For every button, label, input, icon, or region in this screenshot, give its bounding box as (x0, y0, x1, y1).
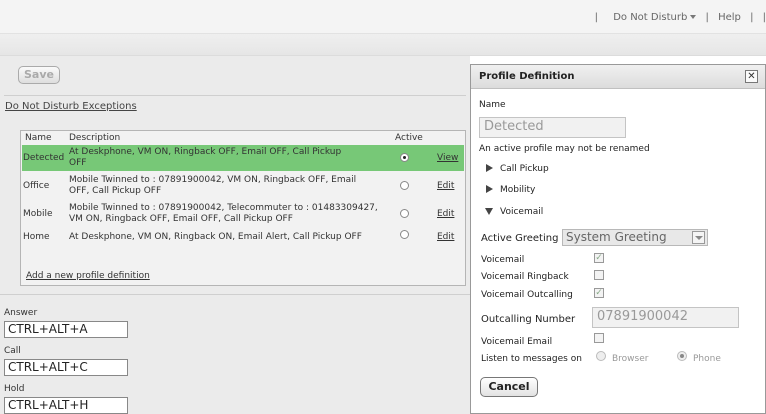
name-label: Name (479, 100, 506, 110)
active-radio[interactable] (400, 209, 409, 218)
call-shortcut-input[interactable]: CTRL+ALT+C (4, 359, 128, 376)
active-radio[interactable] (400, 230, 409, 239)
profile-description: At Deskphone, VM ON, Ringback OFF, Email… (69, 147, 341, 169)
listen-label: Listen to messages on (481, 354, 582, 364)
voicemail-outcalling-label: Voicemail Outcalling (481, 290, 573, 300)
do-not-disturb-menu[interactable]: Do Not Disturb (607, 12, 697, 23)
divider (4, 95, 466, 96)
voicemail-ringback-checkbox[interactable] (594, 270, 604, 280)
nav-separator: | (750, 12, 754, 23)
header-active: Active (395, 133, 423, 143)
table-row[interactable]: Mobile Mobile Twinned to : 07891900042, … (22, 201, 464, 227)
profile-description: Mobile Twinned to : 07891900042, VM ON, … (69, 175, 356, 197)
dropdown-arrow-icon (692, 231, 705, 244)
profiles-table: Name Description Active Detected At Desk… (20, 130, 466, 286)
profile-description: Mobile Twinned to : 07891900042, Telecom… (69, 203, 378, 225)
voicemail-email-checkbox[interactable] (594, 333, 604, 343)
active-radio[interactable] (400, 181, 409, 190)
edit-link[interactable]: Edit (437, 209, 454, 219)
do-not-disturb-label: Do Not Disturb (613, 12, 688, 23)
profile-name: Mobile (23, 209, 53, 219)
view-link[interactable]: View (437, 153, 458, 163)
active-greeting-value: System Greeting (566, 230, 667, 244)
close-icon[interactable]: ✕ (745, 70, 758, 83)
save-button[interactable]: Save (18, 66, 60, 84)
mobility-label: Mobility (500, 185, 536, 195)
table-row[interactable]: Office Mobile Twinned to : 07891900042, … (22, 173, 464, 199)
header-description: Description (69, 133, 121, 143)
voicemail-label: Voicemail (481, 255, 525, 265)
nav-separator: | (594, 12, 599, 23)
cancel-button[interactable]: Cancel (480, 377, 538, 397)
description-line: VM ON, Ringback OFF, Email OFF, Call Pic… (69, 214, 293, 224)
active-greeting-label: Active Greeting (481, 233, 559, 244)
description-line: Mobile Twinned to : 07891900042, VM ON, … (69, 175, 357, 185)
chevron-down-icon (690, 15, 697, 19)
browser-label: Browser (612, 354, 649, 364)
hold-label: Hold (4, 384, 25, 394)
expand-right-icon (486, 164, 493, 172)
table-row[interactable]: Home At Deskphone, VM ON, Ringback ON, E… (22, 229, 464, 245)
rename-note: An active profile may not be renamed (479, 144, 650, 154)
header-name: Name (25, 133, 52, 143)
call-label: Call (4, 346, 21, 356)
voicemail-email-label: Voicemail Email (481, 337, 553, 347)
expand-down-icon (485, 208, 493, 215)
profile-name-input[interactable]: Detected (479, 117, 626, 138)
top-nav: | Do Not Disturb | Help | | (589, 12, 766, 23)
voicemail-ringback-label: Voicemail Ringback (481, 272, 569, 282)
dialog-title: Profile Definition (471, 65, 765, 89)
profile-definition-dialog: Profile Definition ✕ Name Detected An ac… (470, 64, 766, 414)
active-radio[interactable] (400, 153, 409, 162)
help-link[interactable]: Help (718, 12, 741, 23)
active-greeting-select[interactable]: System Greeting (562, 229, 708, 246)
edit-link[interactable]: Edit (437, 232, 454, 242)
answer-shortcut-input[interactable]: CTRL+ALT+A (4, 321, 128, 338)
add-profile-link[interactable]: Add a new profile definition (26, 271, 150, 281)
profile-name: Detected (23, 153, 65, 163)
profile-description: At Deskphone, VM ON, Ringback ON, Email … (69, 232, 362, 242)
outcalling-number-input[interactable]: 07891900042 (592, 307, 739, 328)
profile-name: Home (23, 232, 50, 242)
dnd-exceptions-link[interactable]: Do Not Disturb Exceptions (5, 101, 137, 112)
voicemail-outcalling-checkbox[interactable]: ✓ (594, 288, 604, 298)
voicemail-section-label: Voicemail (500, 207, 544, 217)
edit-link[interactable]: Edit (437, 181, 454, 191)
sub-toolbar (0, 34, 766, 56)
phone-radio[interactable] (677, 351, 687, 361)
phone-label: Phone (693, 354, 721, 364)
outcalling-number-label: Outcalling Number (481, 314, 576, 325)
hold-shortcut-input[interactable]: CTRL+ALT+H (4, 397, 128, 414)
browser-radio[interactable] (596, 351, 606, 361)
description-line: OFF (69, 158, 87, 168)
answer-label: Answer (4, 308, 38, 318)
nav-separator: | (705, 12, 709, 23)
description-line: At Deskphone, VM ON, Ringback OFF, Email… (69, 147, 342, 157)
description-line: Mobile Twinned to : 07891900042, Telecom… (69, 203, 378, 213)
nav-separator: | (762, 12, 766, 23)
expand-right-icon (486, 185, 493, 193)
divider (0, 294, 470, 295)
call-pickup-label: Call Pickup (500, 164, 549, 174)
description-line: OFF, Call Pickup OFF (69, 186, 162, 196)
voicemail-checkbox[interactable]: ✓ (594, 253, 604, 263)
table-row[interactable]: Detected At Deskphone, VM ON, Ringback O… (22, 145, 464, 171)
profile-name: Office (23, 181, 50, 191)
top-bar: | Do Not Disturb | Help | | (0, 0, 766, 34)
